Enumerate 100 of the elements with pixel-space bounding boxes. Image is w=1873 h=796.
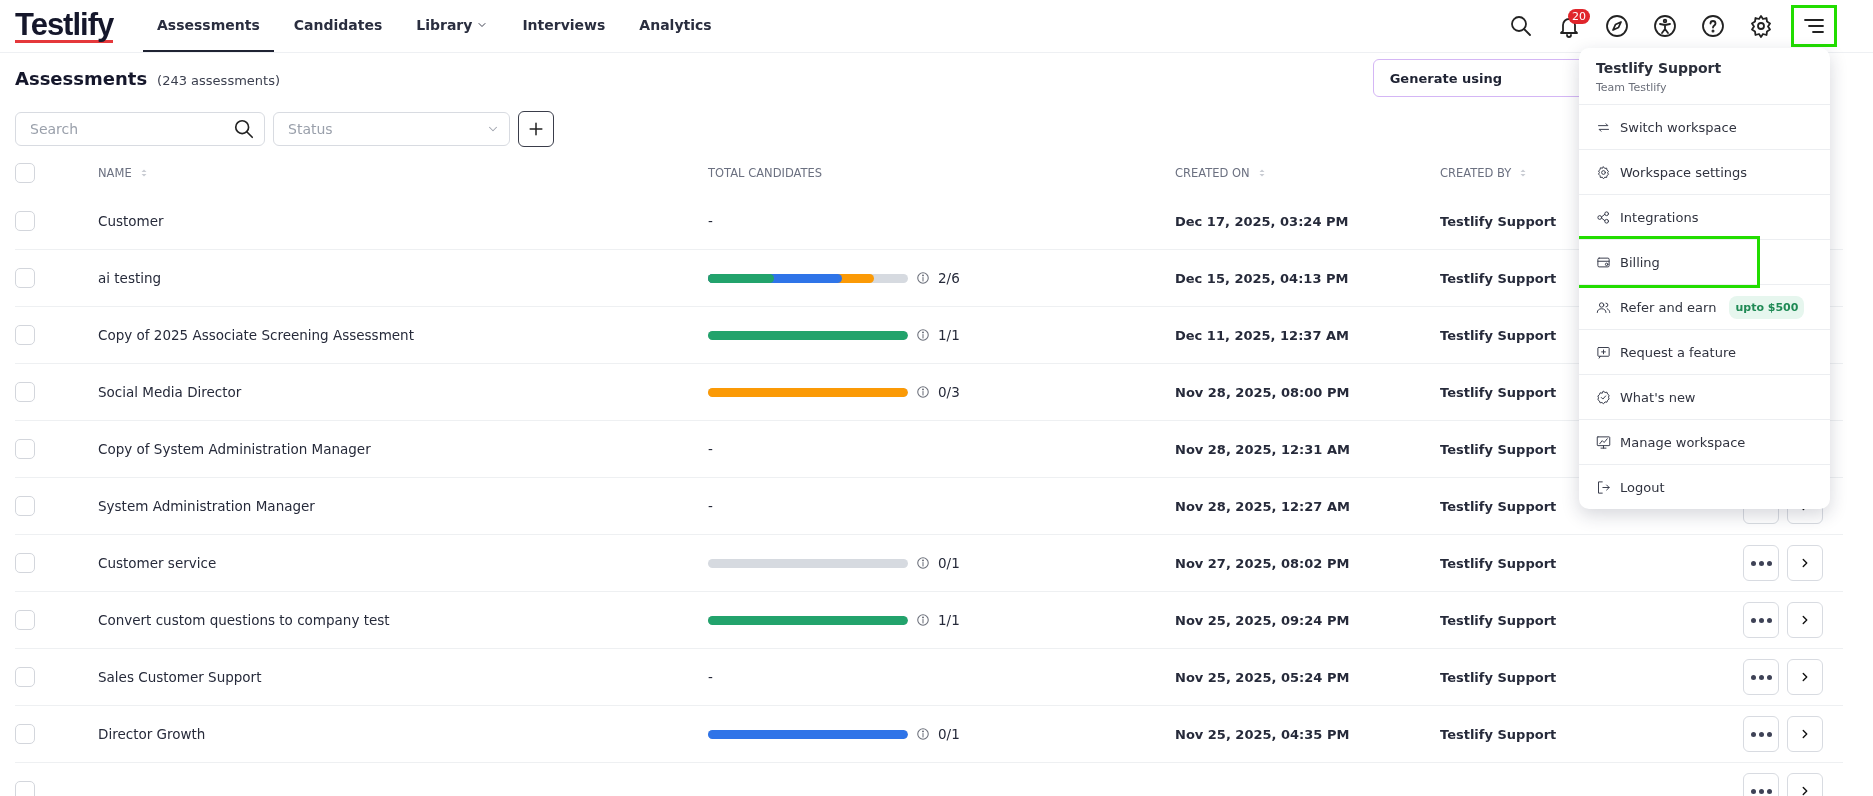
open-button[interactable]: [1787, 659, 1823, 695]
created-date: Nov 28, 2025, 12:31 AM: [1175, 441, 1350, 457]
creator-name: Testlify Support: [1440, 555, 1557, 571]
logo[interactable]: Testlify: [15, 9, 114, 43]
column-header[interactable]: CREATED ON: [1175, 166, 1268, 180]
candidate-count: -: [708, 669, 713, 685]
menu-item[interactable]: Billing: [1579, 236, 1760, 288]
creator-name: Testlify Support: [1440, 213, 1557, 229]
add-button[interactable]: [518, 111, 554, 147]
creator-name: Testlify Support: [1440, 726, 1557, 742]
page-title: Assessments: [15, 67, 148, 89]
creator-name: Testlify Support: [1440, 498, 1557, 514]
status-dropdown[interactable]: Status: [273, 112, 510, 146]
bell-button[interactable]: 20: [1551, 8, 1587, 44]
checkbox[interactable]: [15, 325, 35, 345]
column-header[interactable]: TOTAL CANDIDATES: [708, 166, 823, 180]
creator-name: Testlify Support: [1440, 327, 1557, 343]
menu-item[interactable]: Manage workspace: [1579, 420, 1763, 464]
created-date: Dec 11, 2025, 12:37 AM: [1175, 327, 1349, 343]
assessment-name[interactable]: Sales Customer Support: [98, 669, 262, 685]
assessment-name[interactable]: Convert custom questions to company test: [98, 612, 390, 628]
nodes-icon: [1596, 209, 1611, 225]
nav-tab[interactable]: Analytics: [625, 0, 726, 52]
reward-badge: upto $500: [1729, 295, 1805, 319]
info-icon: [916, 271, 930, 285]
checkbox[interactable]: [15, 496, 35, 516]
info-icon: [916, 613, 930, 627]
creator-name: Testlify Support: [1440, 384, 1557, 400]
menu-button[interactable]: [1791, 5, 1837, 47]
notification-badge: 20: [1568, 9, 1590, 24]
assessment-name[interactable]: Copy of System Administration Manager: [98, 441, 371, 457]
nav-tab[interactable]: Candidates: [279, 0, 397, 52]
candidate-count: 1/1: [938, 327, 960, 343]
accessibility-icon: [1653, 14, 1677, 38]
help-icon: [1701, 14, 1725, 38]
created-date: Dec 17, 2025, 03:24 PM: [1175, 213, 1349, 229]
logout-icon: [1596, 479, 1611, 495]
candidate-count: 0/3: [938, 384, 960, 400]
more-button[interactable]: [1743, 545, 1779, 581]
nav-tab[interactable]: Library: [402, 0, 503, 52]
assessment-name[interactable]: ai testing: [98, 270, 162, 286]
people-icon: [1596, 299, 1611, 315]
nav-tab[interactable]: Assessments: [143, 0, 274, 52]
checkbox[interactable]: [15, 553, 35, 573]
candidate-count: -: [708, 213, 713, 229]
creator-name: Testlify Support: [1440, 270, 1557, 286]
checkbox[interactable]: [15, 724, 35, 744]
open-button[interactable]: [1787, 545, 1823, 581]
menu-item[interactable]: Switch workspace: [1579, 105, 1754, 149]
open-button[interactable]: [1787, 602, 1823, 638]
checkbox[interactable]: [15, 163, 35, 183]
candidate-count: 2/6: [938, 270, 960, 286]
search-icon: [233, 118, 255, 140]
candidate-count: 1/1: [938, 612, 960, 628]
menu-item[interactable]: Request a feature: [1579, 330, 1753, 374]
creator-name: Testlify Support: [1440, 441, 1557, 457]
search-field[interactable]: Search: [15, 112, 265, 146]
plus-screen-icon: [1596, 344, 1611, 360]
checkbox[interactable]: [15, 382, 35, 402]
menu-item[interactable]: Integrations: [1579, 195, 1716, 239]
assessment-name[interactable]: Copy of 2025 Associate Screening Assessment: [98, 327, 414, 343]
more-button[interactable]: [1743, 602, 1779, 638]
created-date: Nov 25, 2025, 09:24 PM: [1175, 612, 1350, 628]
menu-item[interactable]: Workspace settings: [1579, 150, 1765, 194]
info-icon: [916, 385, 930, 399]
search-icon: [1509, 14, 1533, 38]
info-icon: [916, 727, 930, 741]
assessment-name[interactable]: Customer service: [98, 555, 217, 571]
gear-icon: [1596, 164, 1611, 180]
monitor-chart-icon: [1596, 434, 1611, 450]
checkbox[interactable]: [15, 781, 35, 796]
more-button[interactable]: [1743, 659, 1779, 695]
created-date: Nov 27, 2025, 08:02 PM: [1175, 555, 1350, 571]
assessment-name[interactable]: System Administration Manager: [98, 498, 315, 514]
checkbox[interactable]: [15, 667, 35, 687]
assessment-count: (243 assessments): [157, 72, 280, 88]
candidate-count: 0/1: [938, 555, 960, 571]
assessment-name[interactable]: Director Growth: [98, 726, 206, 742]
menu-item[interactable]: What's new: [1579, 375, 1713, 419]
menu-item[interactable]: Logout: [1579, 465, 1682, 509]
candidate-count: -: [708, 498, 713, 514]
candidate-count: 0/1: [938, 726, 960, 742]
column-header[interactable]: NAME: [98, 166, 150, 180]
created-date: Dec 15, 2025, 04:13 PM: [1175, 270, 1349, 286]
column-header[interactable]: CREATED BY: [1440, 166, 1530, 180]
checkbox[interactable]: [15, 610, 35, 630]
created-date: Nov 28, 2025, 08:00 PM: [1175, 384, 1350, 400]
badge-check-icon: [1596, 389, 1611, 405]
checkbox[interactable]: [15, 211, 35, 231]
checkbox[interactable]: [15, 439, 35, 459]
checkbox[interactable]: [15, 268, 35, 288]
created-date: Nov 28, 2025, 12:27 AM: [1175, 498, 1350, 514]
info-icon: [916, 556, 930, 570]
more-button[interactable]: [1743, 716, 1779, 752]
created-date: Nov 25, 2025, 05:24 PM: [1175, 669, 1350, 685]
assessment-name[interactable]: Social Media Director: [98, 384, 242, 400]
open-button[interactable]: [1787, 716, 1823, 752]
candidate-count: -: [708, 441, 713, 457]
assessment-name[interactable]: Customer: [98, 213, 164, 229]
nav-tab[interactable]: Interviews: [508, 0, 620, 52]
